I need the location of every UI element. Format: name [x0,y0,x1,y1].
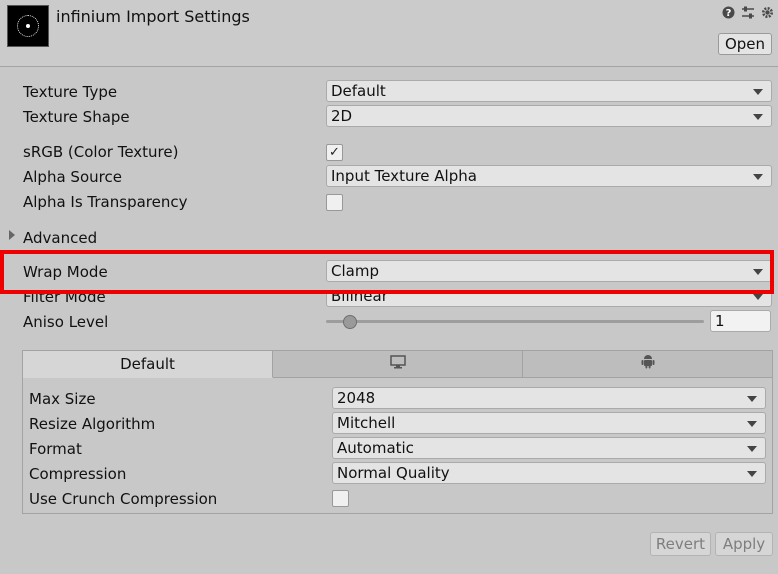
chevron-down-icon [747,421,757,427]
tab-standalone[interactable] [273,351,523,378]
max-size-value: 2048 [337,389,376,407]
aniso-level-slider-thumb[interactable] [342,315,357,329]
revert-button[interactable]: Revert [650,532,711,556]
compression-label: Compression [29,465,127,483]
compression-value: Normal Quality [337,464,450,482]
chevron-down-icon [753,89,763,95]
texture-type-dropdown[interactable]: Default [326,80,772,102]
alpha-source-label: Alpha Source [23,168,122,186]
texture-thumbnail [7,5,49,47]
chevron-down-icon [753,174,763,180]
chevron-down-icon [747,446,757,452]
wrap-mode-label: Wrap Mode [23,263,108,281]
wrap-mode-value: Clamp [331,262,379,280]
wrap-mode-dropdown[interactable]: Clamp [326,260,772,282]
texture-shape-dropdown[interactable]: 2D [326,105,772,127]
open-button[interactable]: Open [718,33,772,55]
srgb-checkbox[interactable]: ✓ [326,144,343,161]
apply-button[interactable]: Apply [715,532,773,556]
tab-android[interactable] [523,351,772,378]
format-label: Format [29,440,82,458]
resize-algorithm-label: Resize Algorithm [29,415,156,433]
advanced-foldout[interactable]: Advanced [23,229,97,247]
tab-default[interactable]: Default [23,351,273,378]
svg-text:?: ? [726,8,732,19]
alpha-source-dropdown[interactable]: Input Texture Alpha [326,165,772,187]
preset-icon[interactable] [741,6,755,23]
aniso-level-field[interactable]: 1 [710,310,771,332]
chevron-down-icon [753,294,763,300]
crunch-compression-checkbox[interactable] [332,490,349,507]
aniso-level-label: Aniso Level [23,313,109,331]
android-icon [641,351,655,378]
filter-mode-label: Filter Mode [23,288,106,306]
chevron-down-icon [747,396,757,402]
alpha-transparency-label: Alpha Is Transparency [23,193,188,211]
texture-shape-label: Texture Shape [23,108,130,126]
max-size-dropdown[interactable]: 2048 [332,387,766,409]
chevron-down-icon [753,114,763,120]
resize-algorithm-dropdown[interactable]: Mitchell [332,412,766,434]
thumbnail-dot [26,24,30,28]
aniso-level-slider[interactable] [326,320,704,323]
compression-dropdown[interactable]: Normal Quality [332,462,766,484]
gear-icon[interactable] [761,6,774,23]
page-title: infinium Import Settings [56,7,250,26]
max-size-label: Max Size [29,390,96,408]
alpha-transparency-checkbox[interactable] [326,194,343,211]
format-value: Automatic [337,439,414,457]
monitor-icon [389,351,406,378]
texture-type-label: Texture Type [23,83,118,101]
platform-tabbar: Default [23,351,772,378]
foldout-arrow-icon[interactable] [9,230,15,240]
format-dropdown[interactable]: Automatic [332,437,766,459]
texture-type-value: Default [331,82,386,100]
help-icon[interactable]: ? [722,6,735,23]
chevron-down-icon [753,269,763,275]
alpha-source-value: Input Texture Alpha [331,167,477,185]
texture-shape-value: 2D [331,107,353,125]
inspector-header: infinium Import Settings ? Open [0,0,778,67]
srgb-label: sRGB (Color Texture) [23,143,179,161]
crunch-compression-label: Use Crunch Compression [29,490,218,508]
resize-algorithm-value: Mitchell [337,414,396,432]
chevron-down-icon [747,471,757,477]
